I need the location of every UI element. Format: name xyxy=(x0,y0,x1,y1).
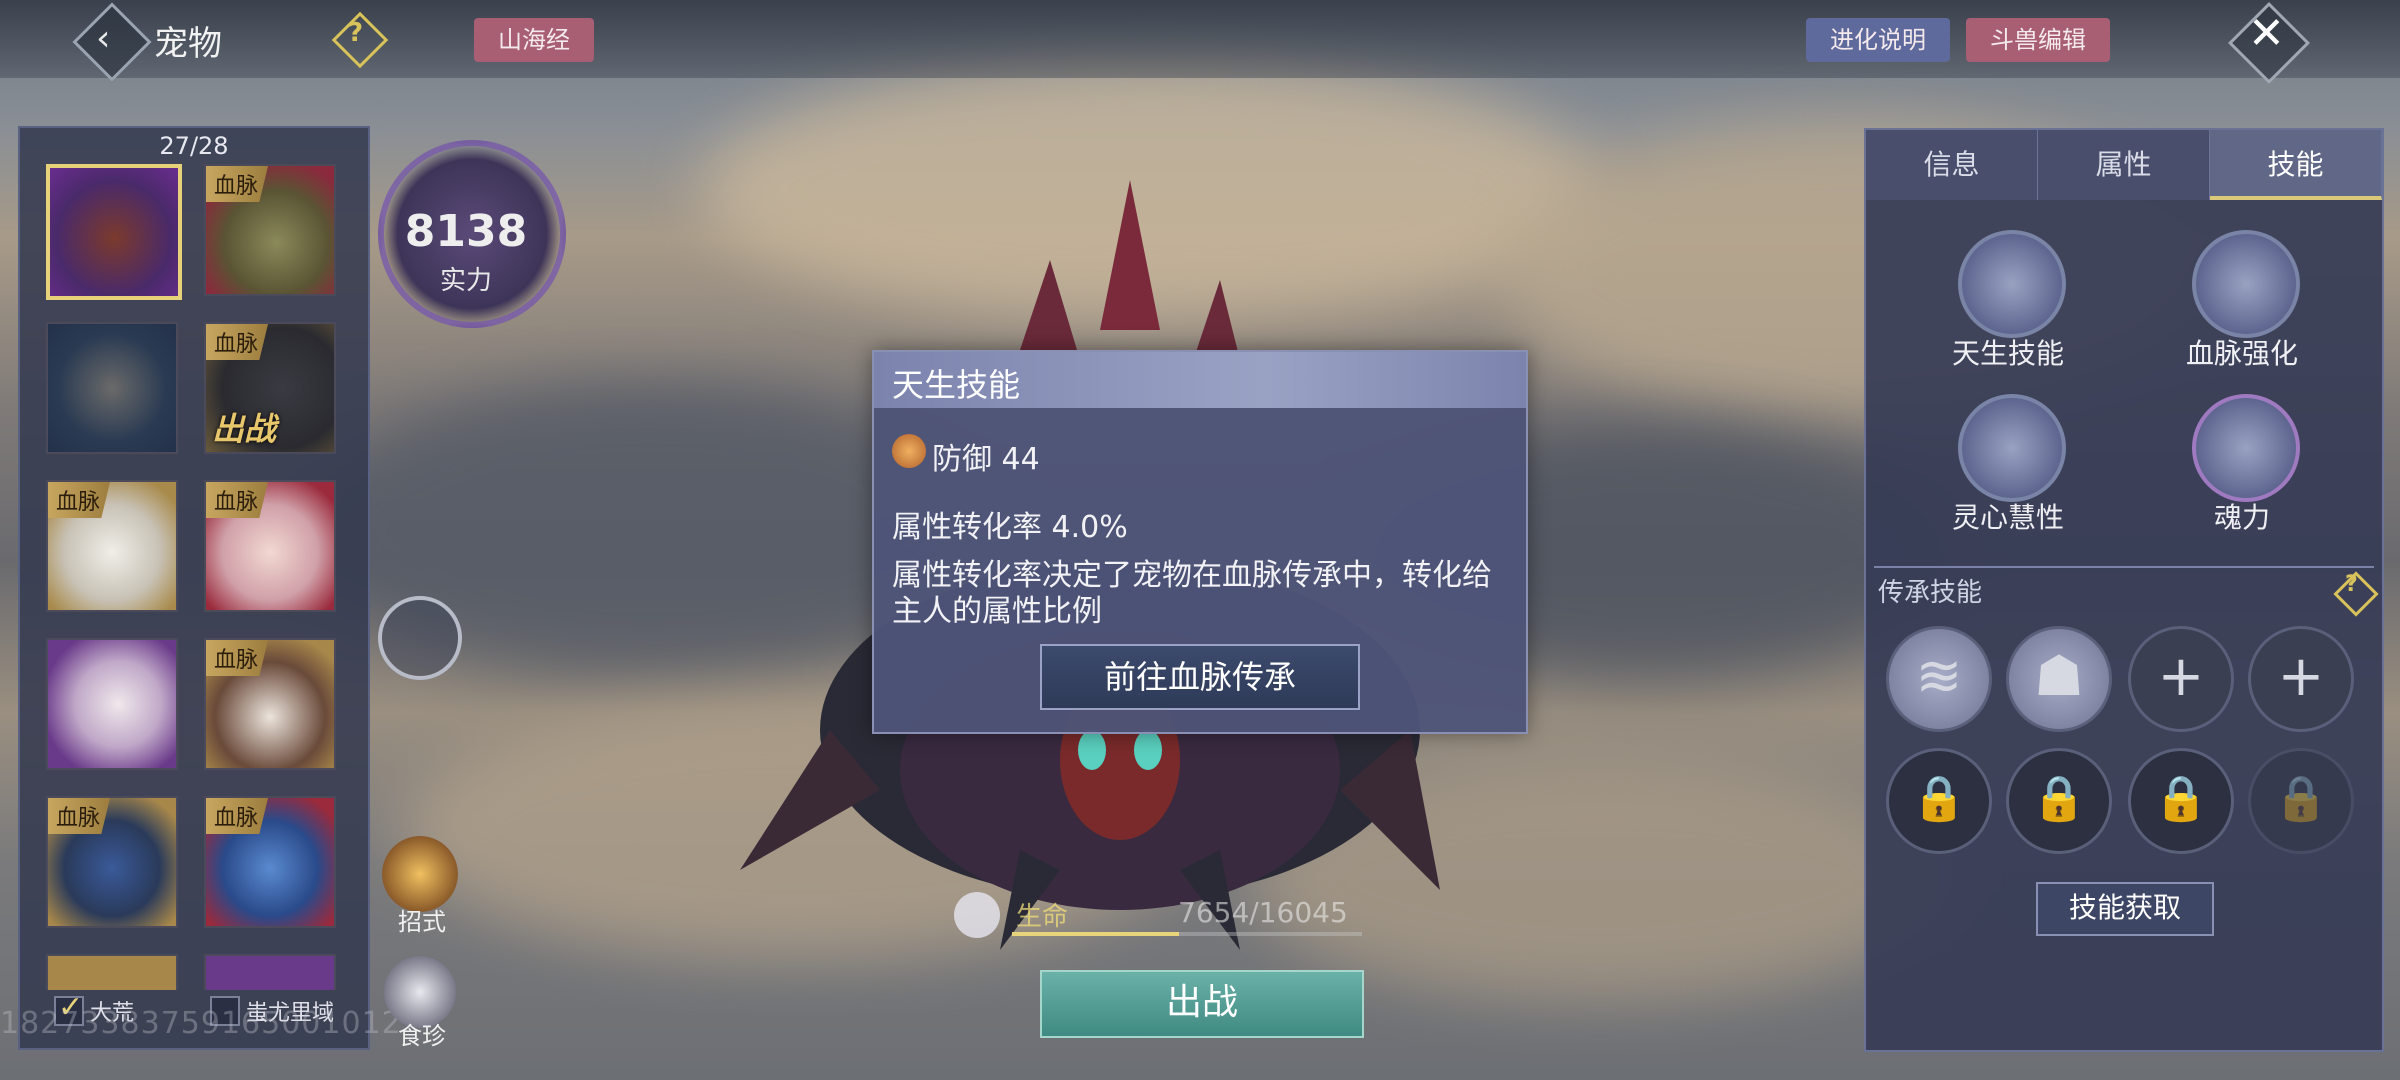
skill-label: 天生技能 xyxy=(1951,337,2064,370)
power-value: 8138 xyxy=(404,206,528,257)
conversion-rate: 属性转化率 4.0% xyxy=(892,510,1128,545)
locked-skill-slot[interactable]: 🔒 xyxy=(1886,748,1992,854)
inherit-skill-slot[interactable]: ≋ xyxy=(1886,626,1992,732)
watermark-text: 18273383759165001012 xyxy=(0,1006,402,1041)
lock-icon: 🔒 xyxy=(2273,773,2329,824)
pet-slot[interactable]: 血脉 xyxy=(204,796,336,928)
popup-title: 天生技能 xyxy=(892,366,1021,404)
close-icon: ✕ xyxy=(2248,8,2285,59)
pet-slot[interactable]: 血脉 xyxy=(204,638,336,770)
page-title: 宠物 xyxy=(154,24,222,64)
body-icon: ☗ xyxy=(2033,644,2085,709)
food-label: 食珍 xyxy=(398,1022,446,1050)
hp-label: 生命 xyxy=(1016,902,1069,932)
tab-skills[interactable]: 技能 xyxy=(2210,130,2382,200)
lock-icon: 🔒 xyxy=(2031,773,2087,824)
deploy-button[interactable]: 出战 xyxy=(1040,970,1364,1038)
beast-edit-button[interactable]: 斗兽编辑 xyxy=(1966,18,2110,62)
pet-slot[interactable]: 血脉 xyxy=(204,480,336,612)
defense-icon xyxy=(892,434,926,468)
inherit-skill-slot[interactable]: ☗ xyxy=(2006,626,2112,732)
help-icon: ? xyxy=(348,18,364,48)
innate-skill-icon[interactable] xyxy=(1958,230,2066,338)
plus-icon: + xyxy=(2157,644,2205,709)
pet-slot[interactable] xyxy=(46,322,178,454)
hp-bar-fill xyxy=(1012,932,1179,936)
skill-tooltip-popup: 天生技能 防御 44 属性转化率 4.0% 属性转化率决定了宠物在血脉传承中，转… xyxy=(872,350,1528,734)
defense-stat: 防御 44 xyxy=(932,442,1040,477)
bloodline-tag: 血脉 xyxy=(48,798,111,834)
shanhai-button[interactable]: 山海经 xyxy=(474,18,594,62)
locked-skill-slot[interactable]: 🔒 xyxy=(2128,748,2234,854)
moves-label: 招式 xyxy=(398,908,446,936)
skill-acquire-button[interactable]: 技能获取 xyxy=(2036,882,2214,936)
swirl-icon[interactable] xyxy=(378,596,462,680)
bloodline-enhance-icon[interactable] xyxy=(2192,230,2300,338)
add-skill-slot[interactable]: + xyxy=(2128,626,2234,732)
hp-bar xyxy=(1012,932,1362,936)
power-label: 实力 xyxy=(439,266,492,296)
tab-info[interactable]: 信息 xyxy=(1866,130,2038,200)
locked-skill-slot[interactable]: 🔒 xyxy=(2006,748,2112,854)
goto-bloodline-button[interactable]: 前往血脉传承 xyxy=(1040,644,1360,710)
evolve-info-button[interactable]: 进化说明 xyxy=(1806,18,1950,62)
pet-list-panel: 27/28 血脉 血脉 出战 血脉 血脉 血脉 血脉 血脉 xyxy=(18,126,370,1050)
claw-icon: ≋ xyxy=(1915,644,1963,709)
bloodline-tag: 血脉 xyxy=(206,482,269,518)
bloodline-tag: 血脉 xyxy=(206,798,269,834)
locked-skill-slot[interactable]: 🔒 xyxy=(2248,748,2354,854)
skill-label: 魂力 xyxy=(2213,501,2270,534)
pet-slot[interactable]: 血脉 出战 xyxy=(204,322,336,454)
skill-label: 血脉强化 xyxy=(2185,337,2298,370)
pet-slot[interactable] xyxy=(204,954,336,990)
lock-icon: 🔒 xyxy=(1911,773,1967,824)
bloodline-tag: 血脉 xyxy=(206,640,269,676)
tab-attributes[interactable]: 属性 xyxy=(2038,130,2210,200)
inherit-skills-title: 传承技能 xyxy=(1878,578,1983,608)
pet-slot[interactable]: 血脉 xyxy=(46,480,178,612)
pet-slot[interactable] xyxy=(46,164,182,300)
hp-value: 7654/16045 xyxy=(1178,896,1348,929)
soul-power-icon[interactable] xyxy=(2192,394,2300,502)
skill-label: 灵心慧性 xyxy=(1951,501,2064,534)
bloodline-tag: 血脉 xyxy=(48,482,111,518)
bloodline-tag: 血脉 xyxy=(206,166,269,202)
deployed-tag: 出战 xyxy=(212,410,277,448)
add-skill-slot[interactable]: + xyxy=(2248,626,2354,732)
pet-slot[interactable]: 血脉 xyxy=(46,796,178,928)
fox-icon[interactable] xyxy=(382,836,458,912)
detail-tabs: 信息 属性 技能 xyxy=(1866,130,2382,200)
detail-panel: 信息 属性 技能 天生技能 血脉强化 灵心慧性 魂力 传承技能 ? ≋ ☗ + … xyxy=(1864,128,2384,1052)
pet-slot[interactable] xyxy=(46,638,178,770)
spirit-wisdom-icon[interactable] xyxy=(1958,394,2066,502)
lock-icon: 🔒 xyxy=(2153,773,2209,824)
pet-slot[interactable]: 血脉 xyxy=(204,164,336,296)
conversion-desc: 属性转化率决定了宠物在血脉传承中，转化给主人的属性比例 xyxy=(892,558,1492,629)
life-drop-icon xyxy=(954,892,1000,938)
help-icon: ? xyxy=(2345,572,2358,597)
plus-icon: + xyxy=(2277,644,2325,709)
bloodline-tag: 血脉 xyxy=(206,324,269,360)
pet-slot[interactable] xyxy=(46,954,178,990)
back-arrow-icon: ‹ xyxy=(96,18,111,59)
section-divider xyxy=(1874,566,2374,568)
pet-count: 27/28 xyxy=(159,132,229,160)
